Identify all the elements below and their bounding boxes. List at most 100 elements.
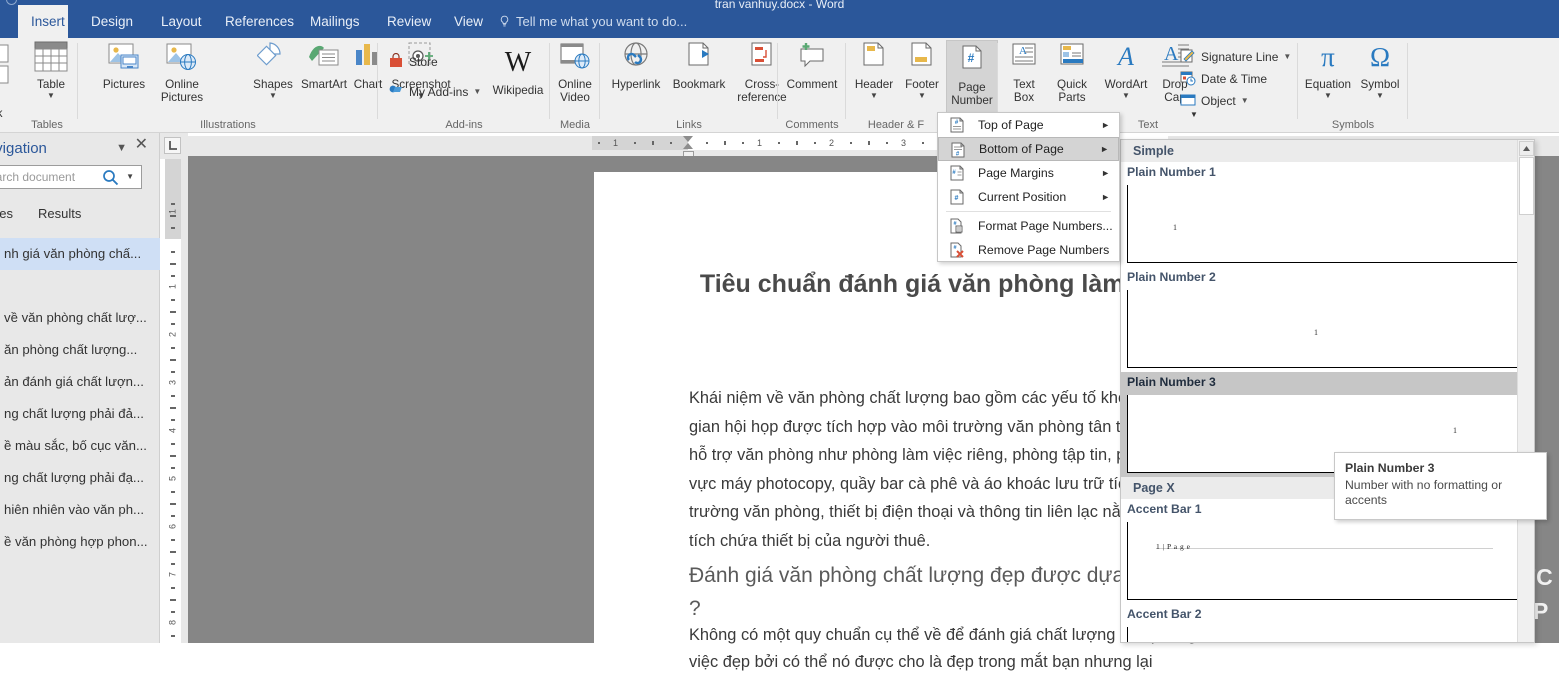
hyperlink-icon bbox=[604, 41, 668, 75]
table-button[interactable]: Table ▼ bbox=[28, 41, 74, 100]
my-addins-button[interactable]: My Add-ins ▼ bbox=[388, 83, 481, 100]
object-button[interactable]: Object ▼ bbox=[1180, 92, 1249, 109]
nav-heading-item[interactable]: về văn phòng chất lượ... bbox=[0, 302, 160, 334]
wordart-button[interactable]: A WordArt ▼ bbox=[1098, 41, 1154, 100]
wordart-dropdown-arrow[interactable]: ▼ bbox=[1098, 92, 1154, 100]
nav-heading-item[interactable]: ề văn phòng hợp phon... bbox=[0, 526, 160, 558]
gallery-item-plain-number-1[interactable]: Plain Number 1 1 bbox=[1121, 162, 1534, 267]
table-dropdown-arrow[interactable]: ▼ bbox=[28, 92, 74, 100]
search-options-arrow[interactable]: ▼ bbox=[126, 172, 134, 181]
ribbon-tab-strip: Insert Design Layout References Mailings… bbox=[0, 5, 1559, 38]
smartart-button[interactable]: SmartArt bbox=[296, 41, 352, 91]
menu-item-remove-page-numbers[interactable]: # Remove Page Numbers bbox=[938, 238, 1119, 262]
tab-layout[interactable]: Layout bbox=[148, 5, 215, 38]
header-button[interactable]: Header ▼ bbox=[850, 41, 898, 100]
ribbon-group-tables: ge eak Table ▼ Tables bbox=[0, 38, 78, 133]
nav-heading-item[interactable]: hiên nhiên vào văn ph... bbox=[0, 494, 160, 526]
drop-cap-dropdown-arrow[interactable]: ▼ bbox=[1190, 110, 1198, 119]
symbol-label: Symbol bbox=[1360, 78, 1400, 91]
vruler-minor-tick bbox=[171, 419, 175, 421]
tab-mailings[interactable]: Mailings bbox=[297, 5, 373, 38]
nav-heading-item[interactable] bbox=[0, 270, 160, 302]
menu-item-format-page-numbers[interactable]: # Format Page Numbers... bbox=[938, 214, 1119, 238]
vruler-minor-tick bbox=[170, 599, 176, 601]
vertical-ruler[interactable]: 1 2 3 4 5 6 7 8 1 bbox=[165, 159, 181, 643]
quick-parts-button[interactable]: Quick Parts bbox=[1048, 41, 1096, 104]
gallery-item-preview: 1 bbox=[1121, 182, 1534, 267]
tab-review[interactable]: Review bbox=[374, 5, 444, 38]
search-input[interactable]: Search document ▼ bbox=[0, 165, 142, 189]
nav-heading-item[interactable]: ản đánh giá chất lượn... bbox=[0, 366, 160, 398]
preview-page: 1 | P a g e bbox=[1127, 522, 1528, 600]
my-addins-dropdown-arrow[interactable]: ▼ bbox=[473, 87, 481, 96]
equation-dropdown-arrow[interactable]: ▼ bbox=[1300, 92, 1356, 100]
gallery-scrollbar[interactable] bbox=[1517, 140, 1534, 642]
close-icon[interactable]: ✕ bbox=[135, 137, 148, 153]
scroll-up-arrow-icon[interactable] bbox=[1519, 141, 1534, 156]
wordart-label: WordArt bbox=[1104, 78, 1148, 91]
search-placeholder: Search document bbox=[0, 170, 76, 184]
symbol-button[interactable]: Ω Symbol ▼ bbox=[1356, 41, 1404, 100]
svg-text:#: # bbox=[955, 195, 959, 202]
hanging-indent-marker[interactable] bbox=[683, 143, 693, 149]
omega-icon: Ω bbox=[1356, 41, 1404, 75]
pages-group-clipped[interactable] bbox=[0, 44, 10, 91]
tell-me-box[interactable]: Tell me what you want to do... bbox=[498, 5, 687, 38]
object-dropdown-arrow[interactable]: ▼ bbox=[1241, 96, 1249, 105]
symbol-dropdown-arrow[interactable]: ▼ bbox=[1356, 92, 1404, 100]
text-box-button[interactable]: A Text Box bbox=[1002, 41, 1046, 104]
smartart-icon bbox=[296, 41, 352, 75]
submenu-arrow-icon: ► bbox=[1101, 192, 1110, 202]
nav-heading-item[interactable]: ề màu sắc, bố cục văn... bbox=[0, 430, 160, 462]
ribbon: ge eak Table ▼ Tables bbox=[0, 38, 1559, 133]
vruler-minor-tick bbox=[170, 311, 176, 313]
format-page-numbers-icon: # bbox=[949, 218, 965, 234]
menu-item-page-margins[interactable]: # Page Margins ► bbox=[938, 161, 1119, 185]
nav-heading-item[interactable]: ăn phòng chất lượng... bbox=[0, 334, 160, 366]
hyperlink-button[interactable]: Hyperlink bbox=[604, 41, 668, 91]
first-line-indent-marker[interactable] bbox=[683, 136, 693, 142]
menu-item-bottom-of-page[interactable]: # Bottom of Page ► bbox=[938, 137, 1119, 161]
shapes-button[interactable]: Shapes ▼ bbox=[250, 41, 296, 100]
ruler-tick-label: 1 bbox=[613, 138, 619, 148]
nav-heading-item[interactable]: nh giá văn phòng chấ... bbox=[0, 238, 160, 270]
equation-button[interactable]: π Equation ▼ bbox=[1300, 41, 1356, 100]
signature-line-button[interactable]: Signature Line ▼ bbox=[1180, 48, 1291, 65]
tab-insert[interactable]: Insert bbox=[18, 5, 68, 38]
comment-button[interactable]: Comment bbox=[778, 41, 846, 91]
shapes-dropdown-arrow[interactable]: ▼ bbox=[250, 92, 296, 100]
wikipedia-button[interactable]: W Wikipedia bbox=[490, 44, 546, 97]
menu-item-current-position[interactable]: # Current Position ► bbox=[938, 185, 1119, 209]
ruler-minor-tick bbox=[652, 141, 654, 145]
ruler-left-margin bbox=[592, 136, 688, 150]
header-dropdown-arrow[interactable]: ▼ bbox=[850, 92, 898, 100]
submenu-arrow-icon: ► bbox=[1100, 144, 1109, 154]
online-pictures-button[interactable]: Online Pictures bbox=[154, 41, 210, 104]
tab-design[interactable]: Design bbox=[78, 5, 146, 38]
pictures-button[interactable]: Pictures bbox=[94, 41, 154, 91]
footer-button[interactable]: Footer ▼ bbox=[898, 41, 946, 100]
tab-stop-selector-button[interactable] bbox=[164, 137, 181, 154]
nav-tab-pages[interactable]: ges bbox=[0, 206, 13, 221]
date-time-button[interactable]: Date & Time bbox=[1180, 70, 1267, 87]
footer-dropdown-arrow[interactable]: ▼ bbox=[898, 92, 946, 100]
nav-heading-item[interactable]: ng chất lượng phải đả... bbox=[0, 398, 160, 430]
scrollbar-thumb[interactable] bbox=[1519, 157, 1534, 215]
nav-heading-item[interactable]: ng chất lượng phải đạ... bbox=[0, 462, 160, 494]
signature-line-dropdown-arrow[interactable]: ▼ bbox=[1283, 52, 1291, 61]
ruler-minor-tick bbox=[850, 142, 852, 144]
bookmark-button[interactable]: Bookmark bbox=[668, 41, 730, 91]
nav-tab-results[interactable]: Results bbox=[38, 206, 81, 221]
gallery-item-plain-number-2[interactable]: Plain Number 2 1 bbox=[1121, 267, 1534, 372]
online-video-label: Online Video bbox=[558, 78, 592, 104]
menu-item-top-of-page[interactable]: # Top of Page ► bbox=[938, 113, 1119, 137]
tab-references[interactable]: References bbox=[212, 5, 307, 38]
ruler-tick-label: 2 bbox=[829, 138, 835, 148]
gallery-item-accent-bar-2[interactable]: Accent Bar 2 bbox=[1121, 604, 1534, 642]
online-video-button[interactable]: Online Video bbox=[550, 41, 600, 104]
store-button[interactable]: Store bbox=[388, 52, 438, 70]
search-icon[interactable] bbox=[102, 169, 119, 191]
chevron-down-icon[interactable]: ▼ bbox=[116, 142, 127, 154]
tab-view[interactable]: View bbox=[441, 5, 496, 38]
header-label: Header bbox=[854, 78, 894, 91]
